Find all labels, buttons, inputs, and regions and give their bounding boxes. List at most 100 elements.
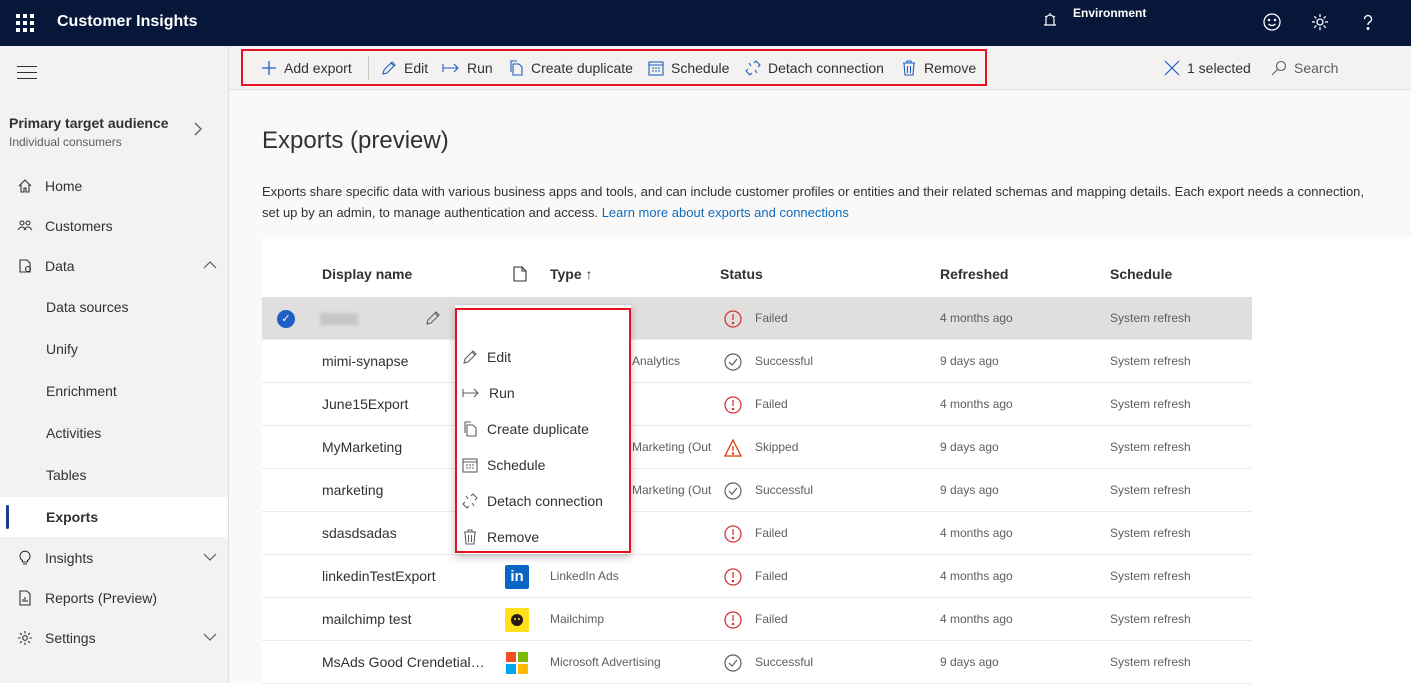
app-launcher-icon[interactable] [16, 14, 34, 32]
redacted-name [320, 313, 358, 325]
name-cell[interactable]: linkedinTestExport [322, 555, 436, 598]
chevron-right-icon[interactable] [193, 122, 203, 139]
type-cell: Mailchimp [550, 612, 605, 626]
name-cell[interactable]: MyMarketing [322, 426, 402, 469]
feedback-smiley-icon[interactable] [1261, 12, 1283, 34]
nav-data-sources[interactable]: Data sources [0, 287, 228, 327]
pencil-icon[interactable] [425, 310, 441, 326]
nav-label: Home [45, 178, 83, 194]
clear-selection-button[interactable]: 1 selected [1164, 57, 1251, 79]
type-cell: Microsoft Advertising [550, 655, 661, 669]
refreshed-cell: 4 months ago [940, 569, 1013, 583]
nav-label: Data sources [46, 299, 129, 315]
table-row[interactable]: MsAds Good Crendetial… Microsoft Adverti… [262, 641, 1252, 684]
learn-more-link[interactable]: Learn more about exports and connections [602, 205, 849, 220]
nav-label: Customers [45, 218, 113, 234]
refreshed-cell: 4 months ago [940, 311, 1013, 325]
column-header-schedule[interactable]: Schedule [1110, 266, 1172, 282]
table-row[interactable]: marketing Marketing (Out Successful 9 da… [262, 469, 1252, 512]
status-cell: Failed [755, 397, 788, 411]
column-header-name[interactable]: Display name [322, 266, 412, 282]
audience-subtitle: Individual consumers [9, 135, 122, 149]
type-cell: LinkedIn Ads [550, 569, 619, 583]
status-cell: Skipped [755, 440, 799, 454]
success-status-icon [724, 353, 742, 371]
selected-count: 1 selected [1187, 60, 1251, 76]
name-cell[interactable]: mimi-synapse [322, 340, 408, 383]
refreshed-cell: 9 days ago [940, 354, 999, 368]
settings-gear-icon[interactable] [1309, 12, 1331, 34]
chevron-down-icon[interactable] [203, 538, 217, 578]
success-status-icon [724, 654, 742, 672]
refreshed-cell: 9 days ago [940, 483, 999, 497]
row-checkbox-checked[interactable]: ✓ [277, 310, 295, 328]
audience-title: Primary target audience [9, 115, 169, 131]
nav-customers[interactable]: Customers [0, 206, 228, 246]
app-title[interactable]: Customer Insights [57, 13, 197, 31]
nav-label: Activities [46, 425, 102, 441]
status-cell: Failed [755, 311, 788, 325]
lightbulb-icon [19, 550, 31, 565]
name-cell[interactable]: MsAds Good Crendetial… [322, 641, 485, 684]
environment-label[interactable]: Environment [1073, 6, 1146, 20]
linkedin-logo-icon: in [505, 565, 529, 589]
nav-unify[interactable]: Unify [0, 329, 228, 369]
audience-switcher[interactable]: Primary target audience Individual consu… [9, 115, 169, 149]
refreshed-cell: 4 months ago [940, 526, 1013, 540]
table-row[interactable]: MyMarketing Marketing (Out Skipped 9 day… [262, 426, 1252, 469]
nav-settings[interactable]: Settings [0, 618, 228, 658]
status-cell: Failed [755, 526, 788, 540]
status-cell: Successful [755, 655, 814, 669]
nav-activities[interactable]: Activities [0, 413, 228, 453]
status-cell: Failed [755, 612, 788, 626]
table-row[interactable]: mimi-synapse Analytics Successful 9 days… [262, 340, 1252, 383]
nav-home[interactable]: Home [0, 166, 228, 206]
name-cell[interactable]: sdasdsadas [322, 512, 397, 555]
schedule-cell: System refresh [1110, 397, 1191, 411]
nav-reports[interactable]: Reports (Preview) [0, 578, 228, 618]
status-cell: Successful [755, 483, 814, 497]
chevron-up-icon[interactable] [203, 246, 217, 286]
help-icon[interactable] [1357, 12, 1379, 34]
nav-tables[interactable]: Tables [0, 455, 228, 495]
nav-label: Reports (Preview) [45, 590, 158, 606]
type-cell: Marketing (Out [632, 483, 712, 497]
nav-label: Unify [46, 341, 78, 357]
environment-icon[interactable] [1041, 10, 1059, 28]
page-description: Exports share specific data with various… [262, 181, 1372, 223]
name-cell[interactable]: mailchimp test [322, 598, 411, 641]
customers-icon [17, 220, 33, 231]
schedule-cell: System refresh [1110, 612, 1191, 626]
schedule-cell: System refresh [1110, 655, 1191, 669]
success-status-icon [724, 482, 742, 500]
column-header-type[interactable]: Type ↑ [550, 266, 593, 282]
search-box[interactable]: Search [1271, 57, 1338, 79]
nav-data[interactable]: Data [0, 246, 228, 286]
schedule-cell: System refresh [1110, 440, 1191, 454]
refreshed-cell: 9 days ago [940, 655, 999, 669]
name-cell[interactable]: marketing [322, 469, 383, 512]
nav-label: Settings [45, 630, 96, 646]
nav-exports[interactable]: Exports [0, 497, 228, 537]
column-header-status[interactable]: Status [720, 266, 763, 282]
schedule-cell: System refresh [1110, 354, 1191, 368]
context-menu-highlight-box [455, 308, 631, 553]
data-icon [19, 259, 32, 273]
search-icon [1271, 60, 1287, 76]
hamburger-menu-icon[interactable] [17, 66, 37, 84]
mailchimp-logo-icon [505, 608, 529, 632]
type-cell: Marketing (Out [632, 440, 712, 454]
chevron-down-icon[interactable] [203, 618, 217, 658]
table-row[interactable]: mailchimp test Mailchimp Failed 4 months… [262, 598, 1252, 641]
table-row[interactable]: AdRoll Failed 4 months ago System refres… [262, 297, 1252, 340]
table-row[interactable]: linkedinTestExport in LinkedIn Ads Faile… [262, 555, 1252, 598]
nav-enrichment[interactable]: Enrichment [0, 371, 228, 411]
table-row[interactable]: June15Export Failed 4 months ago System … [262, 383, 1252, 426]
nav-insights[interactable]: Insights [0, 538, 228, 578]
column-header-refreshed[interactable]: Refreshed [940, 266, 1008, 282]
home-icon [18, 179, 32, 193]
name-cell[interactable]: June15Export [322, 383, 408, 426]
table-row[interactable]: sdasdsadas Failed 4 months ago System re… [262, 512, 1252, 555]
refreshed-cell: 4 months ago [940, 397, 1013, 411]
search-placeholder: Search [1294, 60, 1339, 76]
